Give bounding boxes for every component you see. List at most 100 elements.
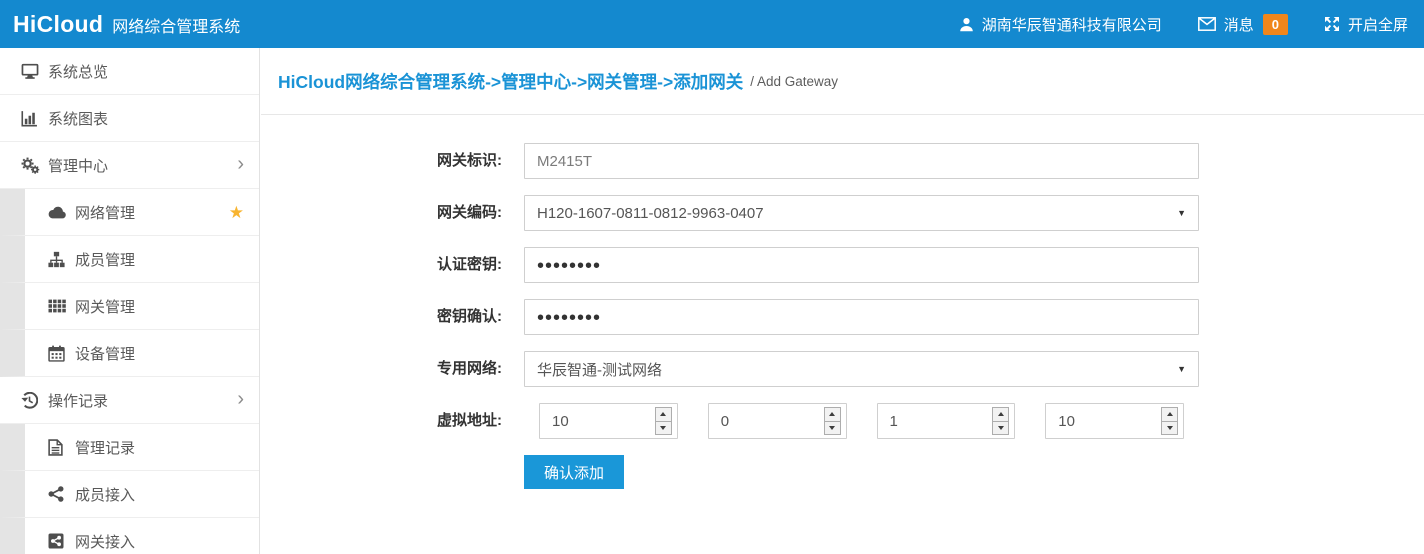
stepper-arrows-icon[interactable] [1161, 407, 1178, 435]
bar-chart-icon [21, 110, 48, 127]
key-confirm-row: 密钥确认: [261, 299, 1424, 335]
key-confirm-input[interactable] [524, 299, 1199, 335]
breadcrumb: HiCloud网络综合管理系统->管理中心->网关管理->添加网关 / Add … [261, 48, 1424, 115]
main-content: HiCloud网络综合管理系统->管理中心->网关管理->添加网关 / Add … [261, 48, 1424, 554]
private-network-row: 专用网络: 华辰智通-测试网络 ▼ [261, 351, 1424, 387]
sidebar-item-label: 成员接入 [75, 484, 135, 505]
sidebar-menu: 系统总览系统图表管理中心 › 网络管理 ★ 成员管理网关管理设备管理操作记录 › 管理记录成… [0, 48, 259, 554]
sitemap-icon [48, 251, 75, 268]
private-network-value: 华辰智通-测试网络 [537, 359, 662, 380]
auth-key-row: 认证密钥: [261, 247, 1424, 283]
sidebar-item-label: 网络管理 [75, 202, 135, 223]
gateway-code-select[interactable]: H120-1607-0811-0812-9963-0407 ▼ [524, 195, 1199, 231]
stepper-arrows-icon[interactable] [655, 407, 672, 435]
brand-name: HiCloud [13, 11, 103, 38]
sidebar-item-label: 网关接入 [75, 531, 135, 552]
brand-subtitle: 网络综合管理系统 [112, 13, 240, 37]
sidebar-item-label: 成员管理 [75, 249, 135, 270]
stepper-up-icon[interactable] [993, 408, 1008, 422]
share-icon [48, 486, 75, 502]
sidebar-item-label: 系统总览 [48, 61, 108, 82]
sidebar-item-device-management[interactable]: 设备管理 [0, 330, 259, 377]
sidebar-item-system-overview[interactable]: 系统总览 [0, 48, 259, 95]
private-network-label: 专用网络: [261, 351, 524, 387]
sidebar-item-member-management[interactable]: 成员管理 [0, 236, 259, 283]
stepper-up-icon[interactable] [1162, 408, 1177, 422]
add-gateway-form: 网关标识: 网关编码: H120-1607-0811-0812-9963-040… [261, 115, 1424, 489]
virtual-address-octet-3[interactable]: 10 [1045, 403, 1184, 439]
messages-button[interactable]: 消息 0 [1198, 14, 1288, 35]
sidebar-item-label: 操作记录 [48, 390, 108, 411]
chevron-right-icon: › [237, 154, 244, 174]
octet-value: 1 [890, 413, 898, 430]
sidebar-item-label: 网关管理 [75, 296, 135, 317]
desktop-icon [21, 63, 48, 80]
sidebar-item-network-management[interactable]: 网络管理 ★ [0, 189, 259, 236]
octet-value: 10 [1058, 413, 1075, 430]
auth-key-label: 认证密钥: [261, 247, 524, 283]
submit-row: 确认添加 [261, 455, 1424, 489]
breadcrumb-path: HiCloud网络综合管理系统->管理中心->网关管理->添加网关 [278, 69, 743, 94]
gateway-id-input[interactable] [524, 143, 1199, 179]
stepper-down-icon[interactable] [825, 422, 840, 435]
messages-label: 消息 [1224, 14, 1254, 35]
user-name: 湖南华辰智通科技有限公司 [982, 14, 1162, 35]
stepper-arrows-icon[interactable] [992, 407, 1009, 435]
sidebar-item-gateway-management[interactable]: 网关管理 [0, 283, 259, 330]
fullscreen-label: 开启全屏 [1348, 14, 1408, 35]
gateway-code-label: 网关编码: [261, 195, 524, 231]
gateway-code-value: H120-1607-0811-0812-9963-0407 [537, 205, 764, 222]
calendar-icon [48, 345, 75, 362]
sidebar-item-label: 系统图表 [48, 108, 108, 129]
brand: HiCloud 网络综合管理系统 [0, 11, 240, 38]
gateway-code-row: 网关编码: H120-1607-0811-0812-9963-0407 ▼ [261, 195, 1424, 231]
mail-icon [1198, 17, 1216, 31]
user-icon [959, 17, 974, 32]
expand-icon [1324, 16, 1340, 32]
virtual-address-octets: 10 0 1 10 [524, 403, 1199, 439]
cloud-icon [48, 205, 75, 220]
top-header: HiCloud 网络综合管理系统 湖南华辰智通科技有限公司 消息 0 开启全屏 [0, 0, 1424, 48]
octet-value: 0 [721, 413, 729, 430]
fullscreen-button[interactable]: 开启全屏 [1324, 14, 1408, 35]
share-square-icon [48, 533, 75, 549]
sidebar-item-label: 管理中心 [48, 155, 108, 176]
star-icon: ★ [229, 204, 244, 221]
current-user-button[interactable]: 湖南华辰智通科技有限公司 [959, 14, 1162, 35]
caret-down-icon: ▼ [1177, 208, 1186, 218]
sidebar-item-management-center[interactable]: 管理中心 › [0, 142, 259, 189]
grid-icon [48, 298, 75, 314]
header-right: 湖南华辰智通科技有限公司 消息 0 开启全屏 [923, 14, 1424, 35]
sidebar: 系统总览系统图表管理中心 › 网络管理 ★ 成员管理网关管理设备管理操作记录 › 管理记录成… [0, 48, 260, 554]
virtual-address-label: 虚拟地址: [261, 403, 524, 439]
key-confirm-label: 密钥确认: [261, 299, 524, 335]
private-network-select[interactable]: 华辰智通-测试网络 ▼ [524, 351, 1199, 387]
sidebar-item-gateway-access[interactable]: 网关接入 [0, 518, 259, 554]
virtual-address-octet-1[interactable]: 0 [708, 403, 847, 439]
sidebar-item-system-charts[interactable]: 系统图表 [0, 95, 259, 142]
gears-icon [21, 157, 48, 174]
sidebar-item-member-access[interactable]: 成员接入 [0, 471, 259, 518]
virtual-address-octet-0[interactable]: 10 [539, 403, 678, 439]
auth-key-input[interactable] [524, 247, 1199, 283]
sidebar-item-label: 管理记录 [75, 437, 135, 458]
virtual-address-row: 虚拟地址: 10 0 1 10 [261, 403, 1424, 439]
octet-value: 10 [552, 413, 569, 430]
sidebar-item-operation-log[interactable]: 操作记录 › [0, 377, 259, 424]
history-icon [21, 392, 48, 409]
sidebar-item-management-log[interactable]: 管理记录 [0, 424, 259, 471]
gateway-id-row: 网关标识: [261, 143, 1424, 179]
virtual-address-octet-2[interactable]: 1 [877, 403, 1016, 439]
stepper-arrows-icon[interactable] [824, 407, 841, 435]
caret-down-icon: ▼ [1177, 364, 1186, 374]
chevron-right-icon: › [237, 389, 244, 409]
sidebar-item-label: 设备管理 [75, 343, 135, 364]
gateway-id-label: 网关标识: [261, 143, 524, 179]
stepper-down-icon[interactable] [1162, 422, 1177, 435]
confirm-add-button[interactable]: 确认添加 [524, 455, 624, 489]
stepper-down-icon[interactable] [656, 422, 671, 435]
stepper-down-icon[interactable] [993, 422, 1008, 435]
stepper-up-icon[interactable] [825, 408, 840, 422]
file-text-icon [48, 439, 75, 456]
stepper-up-icon[interactable] [656, 408, 671, 422]
